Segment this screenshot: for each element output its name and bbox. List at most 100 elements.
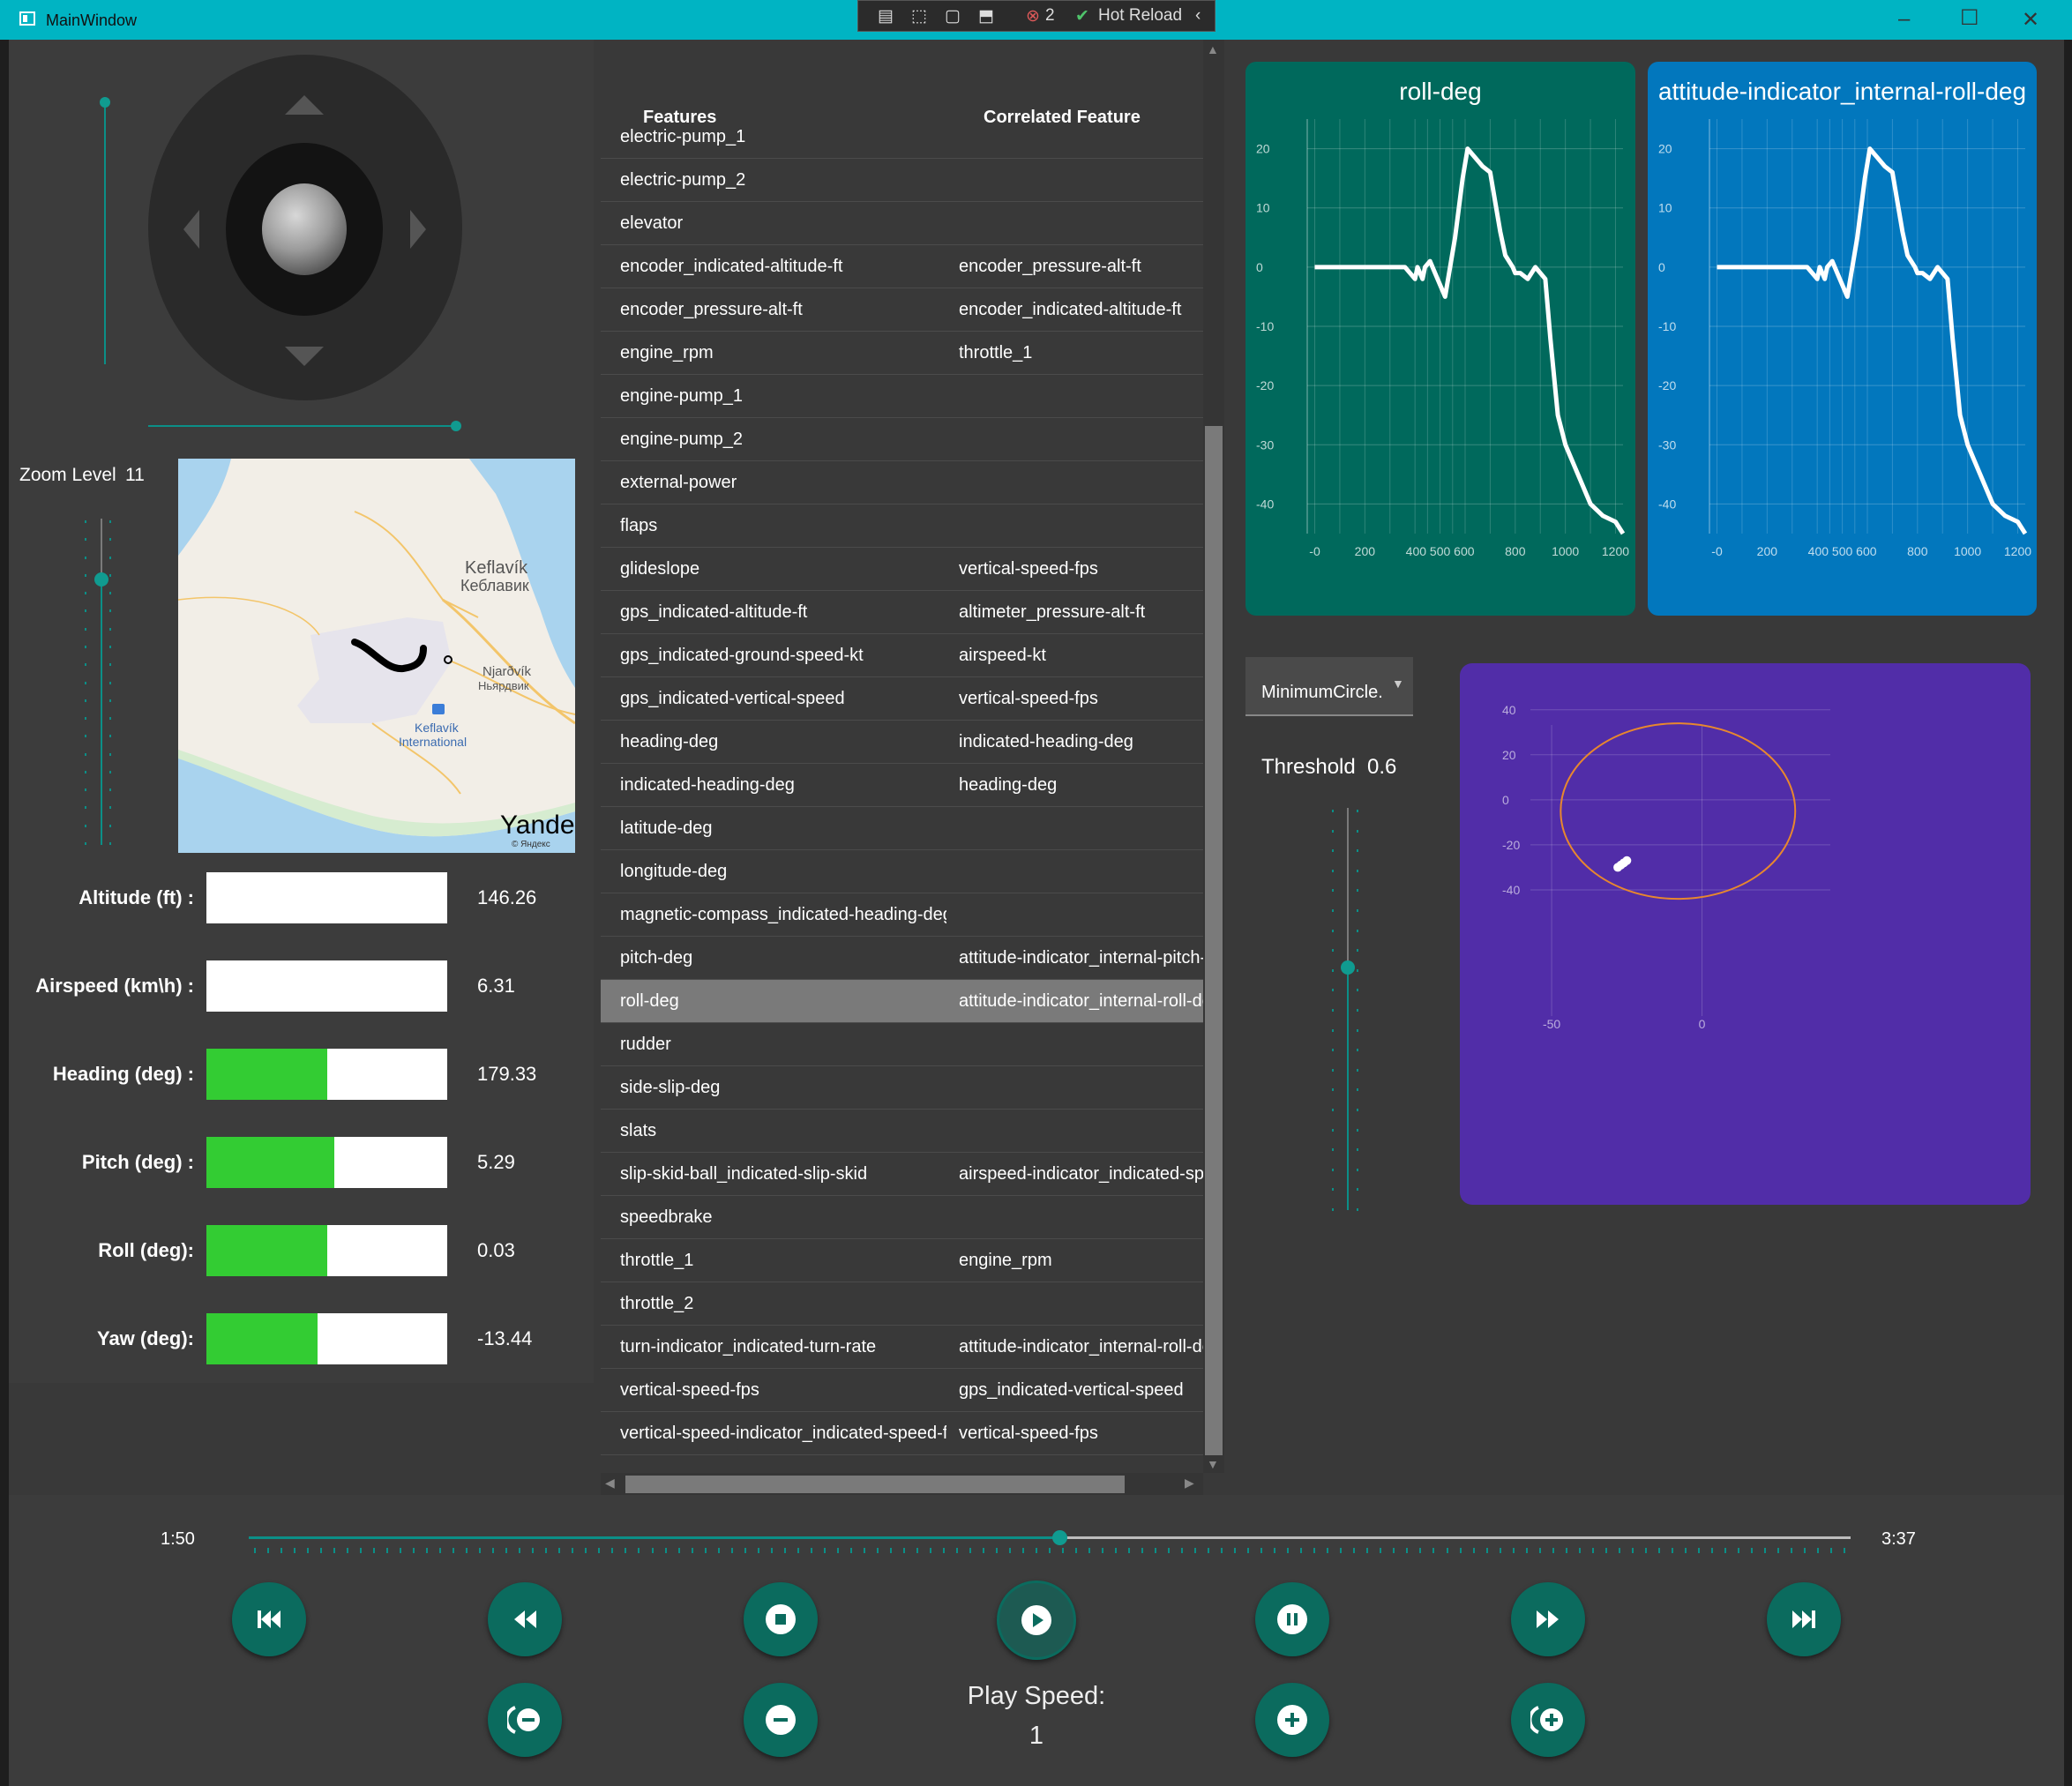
pause-button[interactable]: [1255, 1582, 1329, 1656]
rudder-slider-thumb[interactable]: [451, 421, 461, 431]
timeline-tick: [1790, 1548, 1792, 1553]
speed-increase-button[interactable]: [1255, 1683, 1329, 1757]
track-focus-icon[interactable]: ⬒: [978, 6, 994, 26]
threshold-slider-ticks: [1330, 810, 1369, 1212]
table-row[interactable]: gps_indicated-altitude-ft altimeter_press…: [601, 591, 1203, 634]
map-view[interactable]: Keflavík Кеблавик Njarðvík Ньярдвик Kefl…: [178, 459, 575, 853]
table-row[interactable]: engine-pump_1: [601, 375, 1203, 418]
zoom-tick: [85, 699, 86, 702]
table-row[interactable]: heading-deg indicated-heading-deg: [601, 721, 1203, 764]
timeline-tick: [453, 1548, 455, 1553]
table-row[interactable]: magnetic-compass_indicated-heading-deg: [601, 893, 1203, 937]
display-adorners-icon[interactable]: ▢: [945, 6, 961, 26]
feature-cell: electric-pump_2: [620, 170, 746, 190]
table-row[interactable]: indicated-heading-deg heading-deg: [601, 764, 1203, 807]
table-row[interactable]: glideslope vertical-speed-fps: [601, 548, 1203, 591]
select-element-icon[interactable]: ⬚: [911, 6, 927, 26]
table-row[interactable]: engine-pump_2: [601, 418, 1203, 461]
timeline-tick: [783, 1548, 786, 1553]
indicator-value: 146.26: [477, 886, 537, 908]
chevron-down-icon: ▼: [1392, 676, 1404, 691]
zoom-tick: [109, 663, 111, 667]
table-row[interactable]: encoder_indicated-altitude-ft encoder_pre…: [601, 245, 1203, 288]
joystick-knob[interactable]: [262, 183, 347, 275]
live-tree-icon[interactable]: ▤: [878, 6, 894, 26]
table-row[interactable]: pitch-deg attitude-indicator_internal-pit…: [601, 937, 1203, 980]
close-icon[interactable]: ✕: [2022, 7, 2039, 33]
hot-reload-label[interactable]: Hot Reload: [1098, 6, 1182, 26]
timeline-tick: [1234, 1548, 1237, 1553]
timeline-slider-thumb[interactable]: [1051, 1530, 1067, 1545]
table-row[interactable]: throttle_2: [601, 1282, 1203, 1326]
table-row[interactable]: side-slip-deg: [601, 1066, 1203, 1110]
play-icon: [1021, 1605, 1051, 1635]
table-row[interactable]: external-power: [601, 461, 1203, 504]
scroll-left-icon[interactable]: ◀: [605, 1476, 615, 1491]
zoom-tick: [109, 520, 111, 523]
minimize-icon[interactable]: –: [1898, 7, 1910, 32]
table-vertical-scroll-thumb[interactable]: [1205, 426, 1223, 1455]
hot-reload-check-icon: ✔: [1075, 7, 1089, 26]
timeline-tick: [333, 1548, 336, 1553]
stop-button[interactable]: [744, 1582, 818, 1656]
table-row[interactable]: latitude-deg: [601, 807, 1203, 850]
rewind-button[interactable]: [488, 1582, 562, 1656]
table-row[interactable]: engine_rpm throttle_1: [601, 332, 1203, 375]
collapse-toolbar-icon[interactable]: ‹: [1195, 6, 1201, 26]
table-row[interactable]: throttle_1 engine_rpm: [601, 1239, 1203, 1282]
window-title: MainWindow: [46, 11, 138, 29]
table-row[interactable]: turn-indicator_indicated-turn-rate attitu…: [601, 1326, 1203, 1369]
binding-failures-icon[interactable]: ⊗: [1026, 6, 1040, 26]
table-row[interactable]: vertical-speed-indicator_indicated-speed…: [601, 1412, 1203, 1455]
skip-to-start-icon: [258, 1610, 281, 1628]
attitude-roll-chart: attitude-indicator_internal-roll-deg 20 1…: [1648, 62, 2037, 616]
throttle-slider-thumb[interactable]: [100, 97, 110, 108]
speed-increase-fast-button[interactable]: [1511, 1683, 1585, 1757]
timeline-tick: [969, 1548, 971, 1553]
skip-to-end-button[interactable]: [1767, 1582, 1841, 1656]
table-row[interactable]: longitude-deg: [601, 850, 1203, 893]
table-row[interactable]: gps_indicated-vertical-speed vertical-spe…: [601, 677, 1203, 721]
scroll-right-icon[interactable]: ▶: [1185, 1476, 1194, 1491]
map-label-airport-1: Keflavík: [415, 721, 460, 735]
table-row[interactable]: slip-skid-ball_indicated-slip-skid airspe…: [601, 1153, 1203, 1196]
play-button[interactable]: [997, 1580, 1076, 1660]
zoom-tick: [109, 627, 111, 631]
table-row[interactable]: gps_indicated-ground-speed-kt airspeed-kt: [601, 634, 1203, 677]
table-row[interactable]: electric-pump_2: [601, 159, 1203, 202]
speed-decrease-fast-button[interactable]: [488, 1683, 562, 1757]
zoom-tick: [85, 681, 86, 684]
table-row[interactable]: vertical-speed-fps gps_indicated-vertical…: [601, 1369, 1203, 1412]
rudder-slider[interactable]: [148, 425, 457, 427]
timeline-tick: [916, 1548, 918, 1553]
table-row[interactable]: slats: [601, 1110, 1203, 1153]
table-row[interactable]: flaps: [601, 504, 1203, 548]
scroll-down-icon[interactable]: ▼: [1207, 1457, 1219, 1471]
table-horizontal-scroll-thumb[interactable]: [625, 1476, 1125, 1493]
map-label-njardvik-latin: Njarðvík: [482, 664, 532, 679]
table-row[interactable]: encoder_pressure-alt-ft encoder_indicated…: [601, 288, 1203, 332]
threshold-tick: [1357, 889, 1358, 893]
speed-decrease-button[interactable]: [744, 1683, 818, 1757]
skip-to-start-button[interactable]: [232, 1582, 306, 1656]
table-row[interactable]: speedbrake: [601, 1196, 1203, 1239]
threshold-tick: [1357, 968, 1358, 972]
table-row[interactable]: rudder: [601, 1023, 1203, 1066]
timeline-tick: [1021, 1548, 1024, 1553]
feature-cell: side-slip-deg: [620, 1078, 721, 1097]
x-tick-label: 200: [1355, 544, 1376, 558]
maximize-icon[interactable]: ☐: [1960, 5, 1979, 31]
throttle-slider[interactable]: [104, 101, 106, 364]
table-row[interactable]: electric-pump_1: [601, 116, 1203, 159]
timeline-tick: [730, 1548, 733, 1553]
scroll-up-icon[interactable]: ▲: [1207, 42, 1219, 56]
indicator-bar: [206, 1225, 447, 1276]
algorithm-dropdown[interactable]: MinimumCircle. ▼: [1245, 657, 1413, 716]
timeline-tick: [995, 1548, 998, 1553]
table-row[interactable]: roll-deg attitude-indicator_internal-roll…: [601, 980, 1203, 1023]
feature-cell: flaps: [620, 516, 658, 535]
fast-forward-button[interactable]: [1511, 1582, 1585, 1656]
timeline-tick: [1380, 1548, 1382, 1553]
feature-cell: roll-deg: [620, 991, 679, 1011]
table-row[interactable]: elevator: [601, 202, 1203, 245]
